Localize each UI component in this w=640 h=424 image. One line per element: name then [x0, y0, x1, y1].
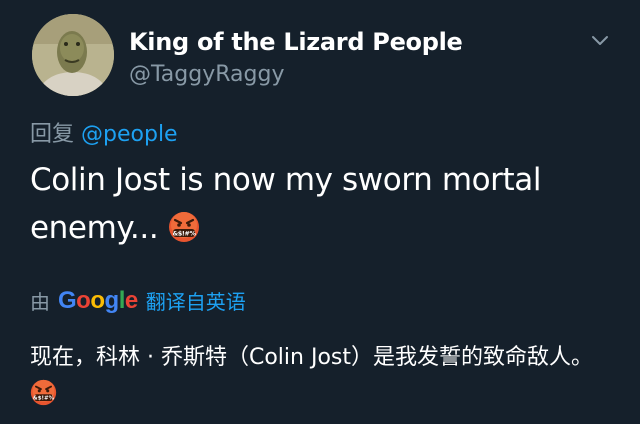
svg-text:&$!#%: &$!#%	[33, 395, 55, 401]
reply-mention-link[interactable]: @people	[81, 122, 178, 147]
translated-by-label: 由	[30, 290, 50, 314]
translated-from-link[interactable]: 翻译自英语	[146, 286, 246, 315]
author-display-name[interactable]: King of the Lizard People	[129, 28, 463, 56]
tweet-text: Colin Jost is now my sworn mortal enemy.…	[30, 162, 542, 246]
lizard-avatar-icon[interactable]	[32, 14, 114, 96]
face-with-symbols-on-mouth-icon: &$!#%	[168, 211, 199, 242]
chevron-down-icon[interactable]	[590, 34, 610, 48]
svg-text:&$!#%: &$!#%	[172, 229, 196, 237]
reply-prefix-label: 回复	[30, 122, 75, 147]
author-handle[interactable]: @TaggyRaggy	[129, 62, 284, 87]
google-logo: Google	[58, 286, 138, 314]
translated-tweet-body: 现在，科林 · 乔斯特（Colin Jost）是我发誓的致命敌人。 &$!#%	[30, 340, 620, 412]
tweet-body: Colin Jost is now my sworn mortal enemy.…	[30, 156, 600, 252]
translated-text: 现在，科林 · 乔斯特（Colin Jost）是我发誓的致命敌人。	[30, 345, 593, 370]
reply-context: 回复 @people	[30, 116, 178, 148]
face-with-symbols-on-mouth-icon: &$!#%	[30, 379, 57, 405]
translation-attribution: 由 Google 翻译自英语	[30, 286, 246, 315]
